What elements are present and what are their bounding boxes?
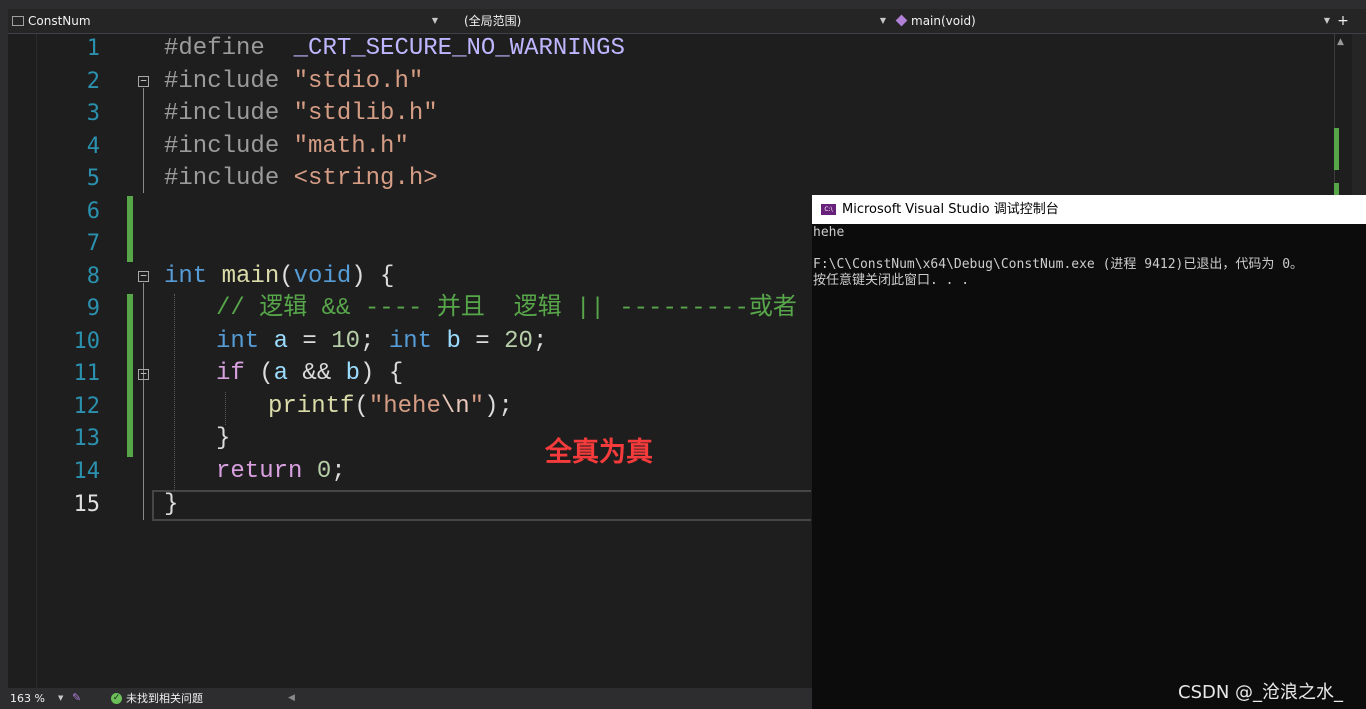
- scrollbar-change-marker: [1334, 128, 1339, 170]
- console-titlebar[interactable]: C:\ Microsoft Visual Studio 调试控制台: [812, 195, 1366, 224]
- issues-status[interactable]: 未找到相关问题: [126, 688, 203, 709]
- code-text: if (a && b) {: [216, 360, 404, 387]
- project-dropdown[interactable]: ConstNum ▼: [8, 9, 442, 33]
- scroll-up-icon[interactable]: ▲: [1337, 37, 1344, 47]
- line-number: 12: [73, 394, 101, 419]
- line-number: 2: [86, 69, 100, 94]
- code-text: #include "math.h": [164, 133, 409, 160]
- console-icon: C:\: [821, 204, 836, 215]
- chevron-down-icon: ▼: [1323, 16, 1330, 25]
- line-number: 9: [86, 296, 100, 321]
- code-text: return 0;: [216, 458, 346, 485]
- line-number: 10: [73, 329, 101, 354]
- code-text: }: [216, 425, 231, 452]
- code-line: 5 #include <string.h>: [0, 162, 1326, 195]
- function-dropdown[interactable]: main(void) ▼: [892, 9, 1334, 33]
- chevron-down-icon[interactable]: ▼: [58, 694, 63, 702]
- code-line: 4 #include "math.h": [0, 130, 1326, 163]
- line-number: 11: [73, 361, 101, 386]
- scope-dropdown[interactable]: (全局范围) ▼: [450, 9, 890, 33]
- check-icon: ✓: [111, 693, 122, 704]
- debug-console-window[interactable]: C:\ Microsoft Visual Studio 调试控制台 hehe F:…: [812, 195, 1366, 709]
- scope-label: (全局范围): [464, 14, 522, 28]
- line-number: 7: [86, 231, 100, 256]
- code-text: #define _CRT_SECURE_NO_WARNINGS: [164, 35, 625, 62]
- scroll-left-icon[interactable]: ◀: [288, 693, 295, 703]
- code-cleanup-icon[interactable]: ✎: [72, 691, 81, 704]
- line-number: 4: [86, 134, 100, 159]
- navigation-bar: ConstNum ▼ (全局范围) ▼ main(void) ▼ +: [8, 9, 1366, 34]
- code-text: int a = 10; int b = 20;: [216, 328, 548, 355]
- code-line: 3 #include "stdlib.h": [0, 97, 1326, 130]
- function-label: main(void): [911, 14, 976, 28]
- console-line: F:\C\ConstNum\x64\Debug\ConstNum.exe (进程…: [813, 257, 1304, 272]
- code-comment: // 逻辑 && ---- 并且 逻辑 || ---------或者: [216, 295, 797, 322]
- split-editor-button[interactable]: +: [1336, 9, 1350, 33]
- console-output: hehe F:\C\ConstNum\x64\Debug\ConstNum.exe…: [813, 225, 1303, 289]
- code-text: #include "stdio.h": [164, 68, 424, 95]
- line-number: 5: [86, 166, 100, 191]
- line-number: 14: [73, 459, 101, 484]
- code-text: printf("hehe\n");: [268, 393, 513, 420]
- code-line: 2 #include "stdio.h": [0, 65, 1326, 98]
- line-number: 8: [86, 264, 100, 289]
- scrollbar-change-marker: [1334, 183, 1339, 195]
- code-text: #include <string.h>: [164, 165, 438, 192]
- line-number: 15: [73, 492, 101, 517]
- watermark: CSDN @_沧浪之水_: [1178, 682, 1344, 703]
- annotation-text: 全真为真: [545, 437, 653, 468]
- code-text: int main(void) {: [164, 263, 395, 290]
- function-icon: [895, 14, 908, 27]
- code-line: 1 #define _CRT_SECURE_NO_WARNINGS: [0, 32, 1326, 65]
- project-name: ConstNum: [28, 14, 91, 28]
- console-title: Microsoft Visual Studio 调试控制台: [842, 202, 1059, 217]
- code-text: }: [164, 491, 179, 518]
- title-strip: [0, 0, 1366, 9]
- line-number: 6: [86, 199, 100, 224]
- project-icon: [12, 16, 24, 26]
- line-number: 1: [86, 36, 100, 61]
- line-number: 3: [86, 101, 100, 126]
- chevron-down-icon: ▼: [879, 16, 886, 25]
- code-text: #include "stdlib.h": [164, 100, 438, 127]
- line-number: 13: [73, 426, 101, 451]
- chevron-down-icon: ▼: [431, 16, 438, 25]
- zoom-level[interactable]: 163 %: [10, 688, 45, 709]
- console-line: hehe: [813, 225, 845, 240]
- console-line: 按任意键关闭此窗口. . .: [813, 273, 970, 288]
